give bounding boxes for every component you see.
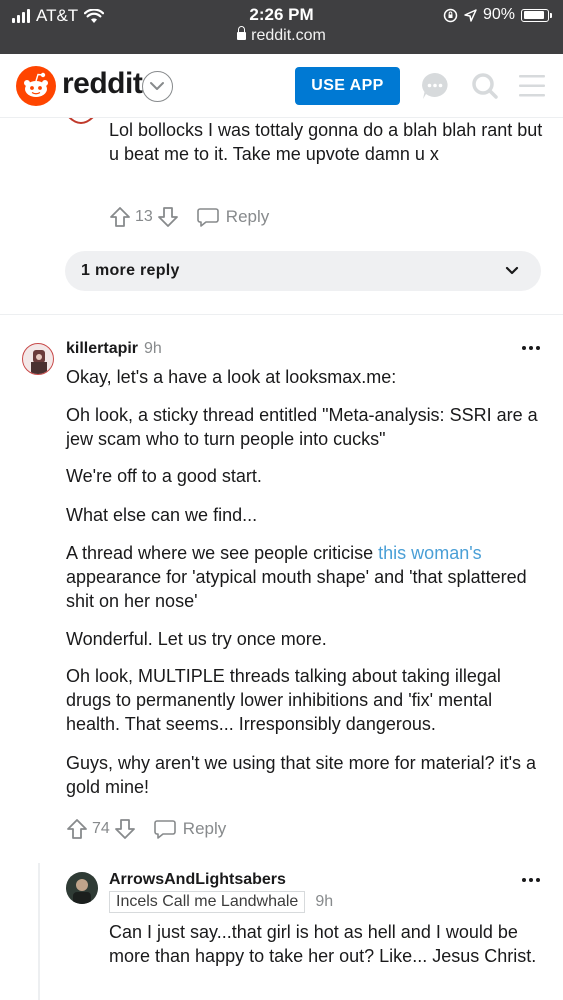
reply-text: Can I just say...that girl is hot as hel… bbox=[109, 922, 537, 966]
comment-time: 9h bbox=[144, 340, 162, 357]
reply-button[interactable]: Reply bbox=[153, 819, 227, 839]
reply-icon bbox=[153, 820, 176, 839]
upvote-icon[interactable] bbox=[66, 818, 88, 840]
more-options-icon[interactable] bbox=[522, 346, 540, 350]
lock-icon bbox=[237, 26, 247, 40]
reply-time: 9h bbox=[315, 893, 334, 910]
reddit-logo-icon[interactable] bbox=[16, 66, 56, 106]
chat-icon[interactable] bbox=[420, 71, 450, 101]
reply-label: Reply bbox=[225, 207, 270, 226]
reply-button[interactable]: Reply bbox=[196, 207, 270, 227]
comment-para-2: Oh look, a sticky thread entitled "Meta-… bbox=[66, 405, 538, 449]
comment-para-6: Wonderful. Let us try once more. bbox=[66, 629, 327, 649]
menu-icon[interactable] bbox=[518, 73, 546, 99]
prev-comment-actions: 13 Reply bbox=[109, 206, 269, 228]
this-womans-link[interactable]: this woman's bbox=[378, 543, 481, 563]
url-text: reddit.com bbox=[251, 27, 326, 44]
status-right: 90% bbox=[443, 6, 552, 24]
para-5-text-start: A thread where we see people criticise bbox=[66, 543, 379, 563]
battery-percent: 90% bbox=[482, 6, 515, 23]
avatar[interactable] bbox=[22, 343, 54, 375]
more-replies-label: 1 more reply bbox=[81, 262, 180, 279]
downvote-icon[interactable] bbox=[114, 818, 136, 840]
comment-para-7: Oh look, MULTIPLE threads talking about … bbox=[66, 666, 501, 734]
orientation-lock-icon bbox=[443, 8, 458, 22]
comment-para-8: Guys, why aren't we using that site more… bbox=[66, 753, 537, 797]
comment-meta: killertapir 9h bbox=[66, 340, 162, 358]
chevron-down-icon[interactable] bbox=[142, 71, 173, 102]
comment-para-3: We're off to a good start. bbox=[66, 466, 262, 486]
comment-para-5: A thread where we see people criticise t… bbox=[66, 541, 546, 613]
vote-count: 13 bbox=[135, 208, 153, 225]
upvote-icon[interactable] bbox=[109, 206, 131, 228]
comment-actions: 74 Reply bbox=[66, 818, 226, 840]
url-bar[interactable]: reddit.com bbox=[0, 26, 563, 45]
avatar bbox=[68, 118, 94, 124]
prev-comment-text: Lol bollocks I was tottaly gonna do a bl… bbox=[109, 120, 543, 164]
comment-username[interactable]: killertapir bbox=[66, 340, 138, 357]
reply-username-wrap: ArrowsAndLightsabers bbox=[109, 871, 286, 889]
thread-line[interactable] bbox=[38, 863, 40, 1000]
para-5-text-end: appearance for 'atypical mouth shape' an… bbox=[66, 567, 527, 611]
vote-count: 74 bbox=[92, 820, 110, 837]
location-icon bbox=[464, 8, 477, 22]
reddit-header: reddit USE APP bbox=[0, 54, 563, 118]
chevron-down-icon bbox=[505, 266, 519, 275]
reply-label: Reply bbox=[182, 819, 227, 838]
comment-para-1: Okay, let's a have a look at looksmax.me… bbox=[66, 367, 397, 387]
reply-icon bbox=[196, 208, 219, 227]
battery-icon bbox=[521, 8, 552, 22]
downvote-icon[interactable] bbox=[157, 206, 179, 228]
more-replies-button[interactable]: 1 more reply bbox=[65, 251, 541, 291]
use-app-button[interactable]: USE APP bbox=[295, 67, 400, 105]
status-bar: AT&T 2:26 PM reddit.com 90% bbox=[0, 0, 563, 54]
comment-feed: Lol bollocks I was tottaly gonna do a bl… bbox=[0, 118, 563, 1000]
comment-para-4: What else can we find... bbox=[66, 505, 258, 525]
comment-divider bbox=[0, 314, 563, 315]
avatar[interactable] bbox=[66, 872, 98, 904]
user-flair: Incels Call me Landwhale bbox=[109, 891, 306, 913]
reddit-wordmark[interactable]: reddit bbox=[62, 67, 143, 101]
reply-username[interactable]: ArrowsAndLightsabers bbox=[109, 871, 286, 888]
search-icon[interactable] bbox=[470, 71, 500, 101]
reply-meta: Incels Call me Landwhale 9h bbox=[109, 891, 333, 913]
more-options-icon[interactable] bbox=[522, 878, 540, 882]
